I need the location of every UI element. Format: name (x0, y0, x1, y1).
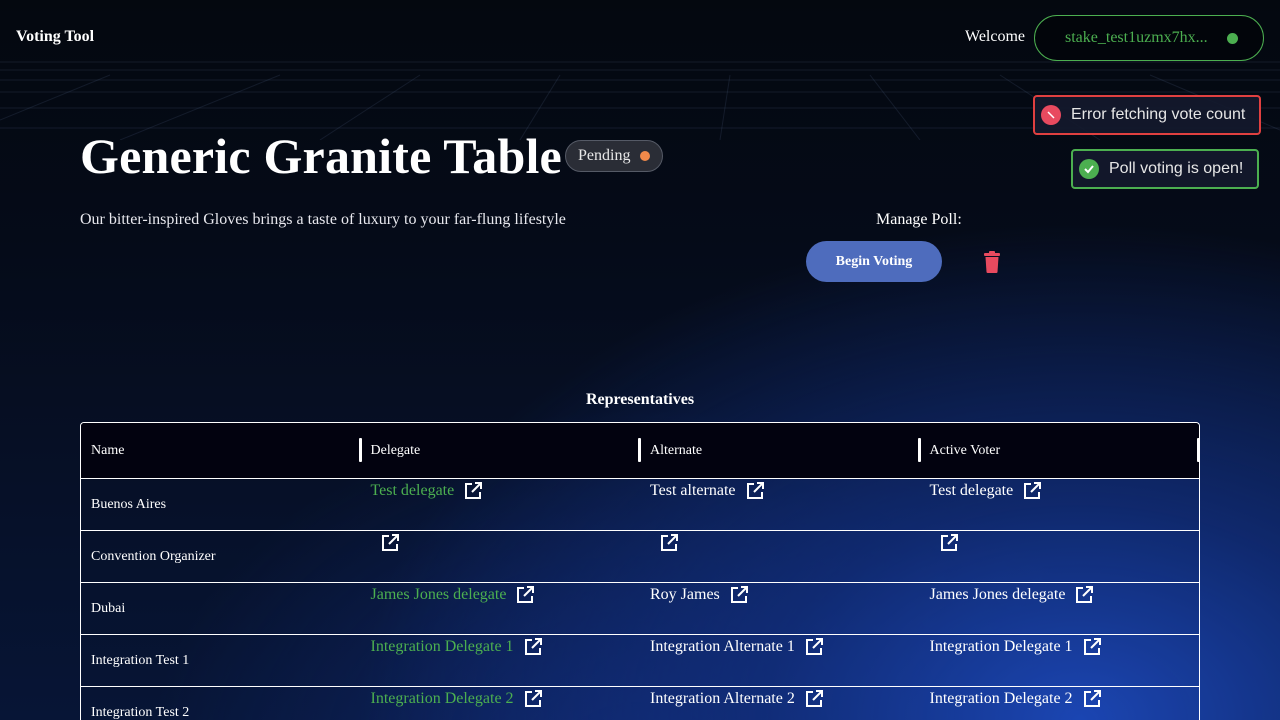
column-resize-handle[interactable] (1197, 437, 1199, 462)
active-voter-link[interactable]: Test delegate (930, 482, 1014, 500)
wallet-button[interactable]: stake_test1uzmx7hx... (1034, 15, 1264, 61)
external-link-icon[interactable] (730, 586, 748, 604)
status-dot (640, 151, 651, 161)
table-row: Integration Test 1 Integration Delegate … (81, 635, 1199, 687)
external-link-icon[interactable] (524, 690, 542, 708)
active-voter-link[interactable]: Integration Delegate 2 (930, 690, 1073, 708)
external-link-icon[interactable] (746, 482, 764, 500)
table-row: Convention Organizer (81, 531, 1199, 583)
cell-delegate: Test delegate (361, 479, 641, 530)
row-name: Dubai (91, 601, 126, 616)
external-link-icon[interactable] (524, 638, 542, 656)
status-badge: Pending (565, 140, 664, 172)
app-title[interactable]: Voting Tool (16, 28, 94, 46)
row-name: Integration Test 1 (91, 653, 190, 668)
wallet-address: stake_test1uzmx7hx... (1065, 29, 1208, 46)
external-link-icon[interactable] (516, 586, 535, 604)
trash-icon[interactable] (983, 251, 1001, 273)
cell-name: Integration Test 2 (81, 687, 361, 720)
column-header-delegate[interactable]: Delegate (361, 423, 641, 479)
success-toast[interactable]: Poll voting is open! (1071, 149, 1260, 189)
row-name: Buenos Aires (91, 497, 167, 512)
status-label: Pending (578, 147, 631, 164)
table-row: Dubai James Jones delegate Roy James Jam… (81, 583, 1199, 635)
external-link-icon[interactable] (381, 534, 399, 552)
external-link-icon[interactable] (1075, 586, 1094, 604)
error-toast-text: Error fetching vote count (1071, 106, 1246, 123)
success-toast-text: Poll voting is open! (1109, 160, 1244, 177)
external-link-icon[interactable] (940, 534, 958, 552)
alternate-link[interactable]: Integration Alternate 2 (650, 690, 795, 708)
top-nav: Voting Tool Welcome stake_test1uzmx7hx..… (0, 0, 1280, 76)
manage-poll-label: Manage Poll: (876, 211, 962, 228)
welcome-text: Welcome (965, 28, 1026, 45)
active-voter-link[interactable]: Integration Delegate 1 (930, 638, 1073, 656)
cell-name: Integration Test 1 (81, 635, 361, 686)
delegate-link[interactable]: Integration Delegate 1 (371, 638, 514, 656)
cell-delegate: Integration Delegate 1 (361, 635, 641, 686)
cell-delegate (361, 531, 641, 582)
row-name: Convention Organizer (91, 549, 216, 564)
cell-alternate: Integration Alternate 1 (640, 635, 920, 686)
representatives-title: Representatives (585, 391, 695, 408)
poll-description: Our bitter-inspired Gloves brings a tast… (80, 211, 566, 228)
alternate-link[interactable]: Test alternate (650, 482, 736, 500)
external-link-icon[interactable] (805, 690, 823, 708)
external-link-icon[interactable] (805, 638, 823, 656)
column-header-name[interactable]: Name (81, 423, 362, 479)
cell-name: Buenos Aires (81, 479, 361, 530)
external-link-icon[interactable] (660, 534, 678, 552)
external-link-icon[interactable] (464, 482, 483, 500)
cell-active-voter (920, 531, 1200, 582)
cell-name: Convention Organizer (81, 531, 361, 582)
cell-active-voter: James Jones delegate (920, 583, 1200, 634)
cell-active-voter: Integration Delegate 1 (920, 635, 1200, 686)
delegate-link[interactable]: James Jones delegate (371, 586, 507, 604)
delegate-link[interactable]: Integration Delegate 2 (371, 690, 514, 708)
cell-active-voter: Integration Delegate 2 (920, 687, 1200, 720)
delegate-link[interactable]: Test delegate (371, 482, 455, 500)
cell-alternate: Integration Alternate 2 (640, 687, 920, 720)
table-row: Integration Test 2 Integration Delegate … (81, 687, 1199, 720)
active-voter-link[interactable]: James Jones delegate (930, 586, 1066, 604)
begin-voting-button[interactable]: Begin Voting (806, 241, 942, 282)
alternate-link[interactable]: Roy James (650, 586, 720, 604)
column-header-alternate[interactable]: Alternate (640, 423, 921, 479)
cell-alternate (640, 531, 920, 582)
column-header-active-voter[interactable]: Active Voter (920, 423, 1199, 479)
table-body: Buenos Aires Test delegate Test alternat… (81, 479, 1199, 720)
error-icon (1041, 105, 1061, 125)
cell-alternate: Roy James (640, 583, 920, 634)
cell-delegate: James Jones delegate (361, 583, 641, 634)
external-link-icon[interactable] (1083, 638, 1101, 656)
external-link-icon[interactable] (1023, 482, 1042, 500)
cell-delegate: Integration Delegate 2 (361, 687, 641, 720)
error-toast[interactable]: Error fetching vote count (1033, 95, 1262, 135)
wallet-connected-dot (1227, 32, 1238, 44)
row-name: Integration Test 2 (91, 705, 190, 720)
table-row: Buenos Aires Test delegate Test alternat… (81, 479, 1199, 531)
cell-active-voter: Test delegate (920, 479, 1200, 530)
cell-alternate: Test alternate (640, 479, 920, 530)
check-circle-icon (1079, 159, 1099, 179)
representatives-table: Name Delegate Alternate Active Voter Bue… (80, 422, 1200, 720)
cell-name: Dubai (81, 583, 361, 634)
table-header: Name Delegate Alternate Active Voter (81, 423, 1199, 479)
poll-title: Generic Granite Table (80, 128, 562, 184)
alternate-link[interactable]: Integration Alternate 1 (650, 638, 795, 656)
external-link-icon[interactable] (1083, 690, 1101, 708)
